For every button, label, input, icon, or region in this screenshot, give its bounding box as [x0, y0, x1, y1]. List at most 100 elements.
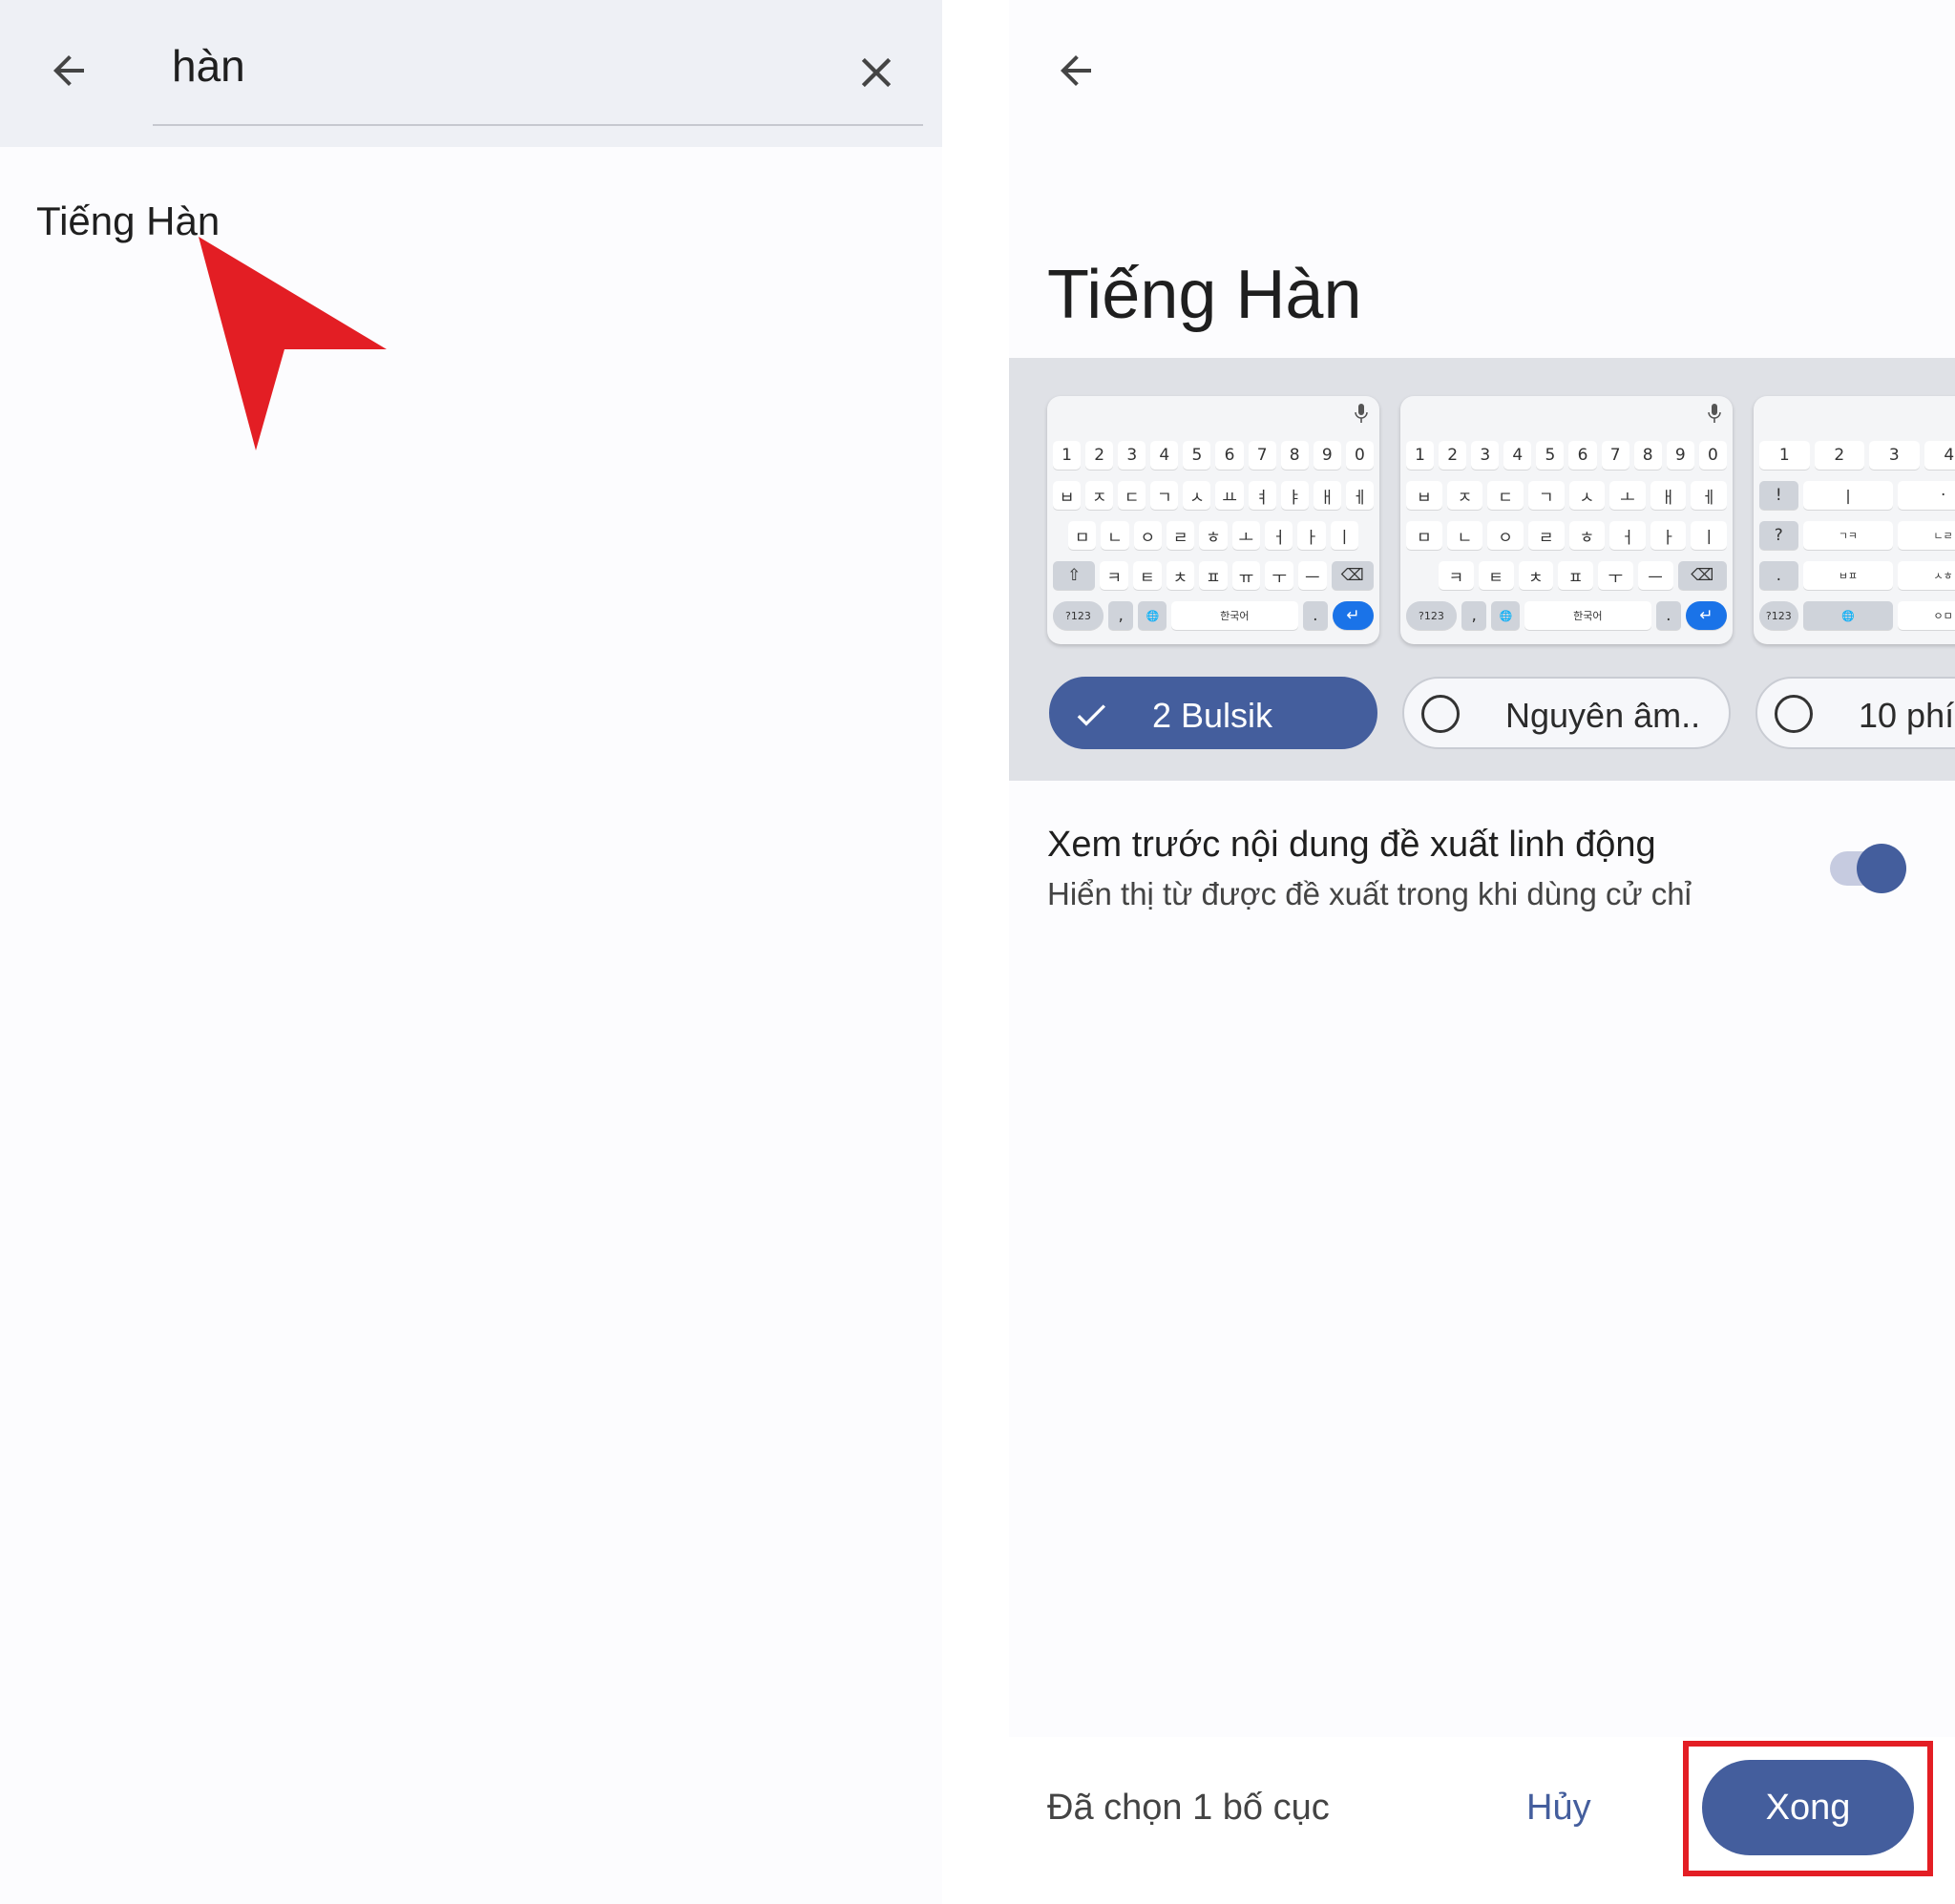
key: ㅇ [1487, 521, 1524, 550]
key: ㅣ [1802, 481, 1894, 510]
layout-screen: Tiếng Hàn 1 2 3 4 5 6 7 8 9 0 ㅂ ㅈ ㄷ ㄱ ㅅ … [1009, 0, 1955, 1904]
symbols-key: ?123 [1053, 601, 1104, 630]
key-row: 1 2 3 4 5 6 7 8 9 0 [1406, 441, 1727, 470]
key: 2 [1814, 441, 1864, 470]
key: ㅡ [1297, 561, 1327, 590]
search-input[interactable]: hàn [172, 40, 245, 92]
period-key: . [1302, 601, 1328, 630]
key: 7 [1601, 441, 1629, 470]
keyboard-preview-2-bulsik[interactable]: 1 2 3 4 5 6 7 8 9 0 ㅂ ㅈ ㄷ ㄱ ㅅ ㅛ ㅕ ㅑ ㅐ ㅔ … [1047, 396, 1379, 644]
key: 3 [1471, 441, 1500, 470]
key-row: ㅂ ㅈ ㄷ ㄱ ㅅ ㅗ ㅐ ㅔ [1406, 481, 1727, 510]
key: ㅓ [1264, 521, 1293, 550]
layout-option-label: 10 phí [1859, 696, 1955, 735]
key: ㅜ [1598, 561, 1633, 590]
key-row: ?123 , 🌐 한국어 . ↵ [1406, 601, 1728, 630]
layout-option-10-key[interactable]: 10 phí [1755, 677, 1955, 749]
key: ㅇㅁ [1898, 601, 1955, 630]
key: ㅁ [1406, 521, 1442, 550]
page-title: Tiếng Hàn [1047, 257, 1362, 333]
layout-option-2-bulsik[interactable]: 2 Bulsik [1049, 677, 1377, 749]
layout-option-label: 2 Bulsik [1152, 696, 1273, 735]
key: ㄹ [1527, 521, 1565, 550]
key: ㅂ [1406, 481, 1442, 510]
globe-key: 🌐 [1802, 601, 1894, 630]
toggle-thumb[interactable] [1857, 844, 1906, 893]
key: 7 [1248, 441, 1276, 470]
key: ㅋ [1439, 561, 1474, 590]
key-row: ?123 , 🌐 한국어 . ↵ [1053, 601, 1375, 630]
key: . [1759, 561, 1798, 590]
period-key: . [1655, 601, 1681, 630]
key-row: ㅁ ㄴ ㅇ ㄹ ㅎ ㅓ ㅏ ㅣ [1406, 521, 1727, 550]
setting-title: Xem trước nội dung đề xuất linh động [1047, 825, 1656, 865]
globe-key: 🌐 [1138, 601, 1167, 630]
key: ㅐ [1313, 481, 1341, 510]
key: 3 [1869, 441, 1920, 470]
key: ㄱ [1527, 481, 1565, 510]
radio-button[interactable] [1421, 695, 1460, 733]
layout-option-vowel[interactable]: Nguyên âm.. [1402, 677, 1731, 749]
key: ㅛ [1215, 481, 1244, 510]
globe-key: 🌐 [1491, 601, 1521, 630]
key: ㅔ [1345, 481, 1374, 510]
key-row: 1 2 3 4 5 6 [1759, 441, 1955, 470]
key: ! [1759, 481, 1798, 510]
key: ㅊ [1166, 561, 1195, 590]
key-row: ?123 🌐 ㅇㅁ [1759, 601, 1955, 630]
key: 5 [1183, 441, 1211, 470]
search-underline [153, 124, 923, 126]
key: ㅅ [1568, 481, 1606, 510]
key-row: . ㅂㅍ ㅅㅎ [1759, 561, 1955, 590]
key: ㄴ [1446, 521, 1483, 550]
layout-option-label: Nguyên âm.. [1505, 696, 1701, 735]
key: 4 [1923, 441, 1955, 470]
key: ㅈ [1446, 481, 1483, 510]
key: ㅔ [1691, 481, 1727, 510]
keyboard-preview-10-key[interactable]: 1 2 3 4 5 6 ! ㅣ · ? ㄱㅋ ㄴㄹ . ㅂㅍ ㅅㅎ [1754, 396, 1955, 644]
key: 1 [1406, 441, 1435, 470]
key: ㄷ [1487, 481, 1524, 510]
check-icon [1077, 704, 1105, 726]
symbols-key: ?123 [1406, 601, 1457, 630]
key: ㅐ [1650, 481, 1687, 510]
key: ㄱ [1150, 481, 1179, 510]
close-icon[interactable] [851, 48, 901, 97]
mic-icon [1355, 404, 1368, 423]
key: ㅗ [1609, 481, 1646, 510]
back-arrow-icon[interactable] [1053, 48, 1099, 94]
key: ㅓ [1609, 521, 1646, 550]
key: ㅊ [1518, 561, 1554, 590]
key: 9 [1666, 441, 1694, 470]
key: 5 [1536, 441, 1565, 470]
enter-key: ↵ [1333, 601, 1375, 630]
back-arrow-icon[interactable] [46, 48, 92, 94]
key-row: ? ㄱㅋ ㄴㄹ [1759, 521, 1955, 550]
layout-preview-carousel[interactable]: 1 2 3 4 5 6 7 8 9 0 ㅂ ㅈ ㄷ ㄱ ㅅ ㅛ ㅕ ㅑ ㅐ ㅔ … [1009, 358, 1955, 781]
key: ㅇ [1133, 521, 1162, 550]
key: ㅡ [1637, 561, 1673, 590]
search-header: hàn [0, 0, 942, 147]
key: 6 [1215, 441, 1244, 470]
space-key: 한국어 [1524, 601, 1651, 630]
key: ㄱㅋ [1802, 521, 1894, 550]
backspace-key: ⌫ [1331, 561, 1374, 590]
keyboard-preview-vowel[interactable]: 1 2 3 4 5 6 7 8 9 0 ㅂ ㅈ ㄷ ㄱ ㅅ ㅗ ㅐ ㅔ ㅁ ㄴ … [1400, 396, 1733, 644]
key: ㅂ [1053, 481, 1082, 510]
key: 4 [1503, 441, 1532, 470]
key: 1 [1759, 441, 1810, 470]
key: ㅠ [1231, 561, 1261, 590]
key: ㅌ [1478, 561, 1514, 590]
enter-key: ↵ [1686, 601, 1728, 630]
radio-button[interactable] [1775, 695, 1813, 733]
cancel-button[interactable]: Hủy [1526, 1788, 1591, 1829]
key: ㅑ [1280, 481, 1309, 510]
selected-count-label: Đã chọn 1 bố cục [1047, 1788, 1330, 1828]
key: ㅗ [1231, 521, 1260, 550]
key: · [1898, 481, 1955, 510]
comma-key: , [1107, 601, 1134, 630]
key: 3 [1118, 441, 1146, 470]
space-key: 한국어 [1171, 601, 1298, 630]
setting-subtitle: Hiển thị từ được đề xuất trong khi dùng … [1047, 876, 1692, 911]
key: 9 [1313, 441, 1341, 470]
